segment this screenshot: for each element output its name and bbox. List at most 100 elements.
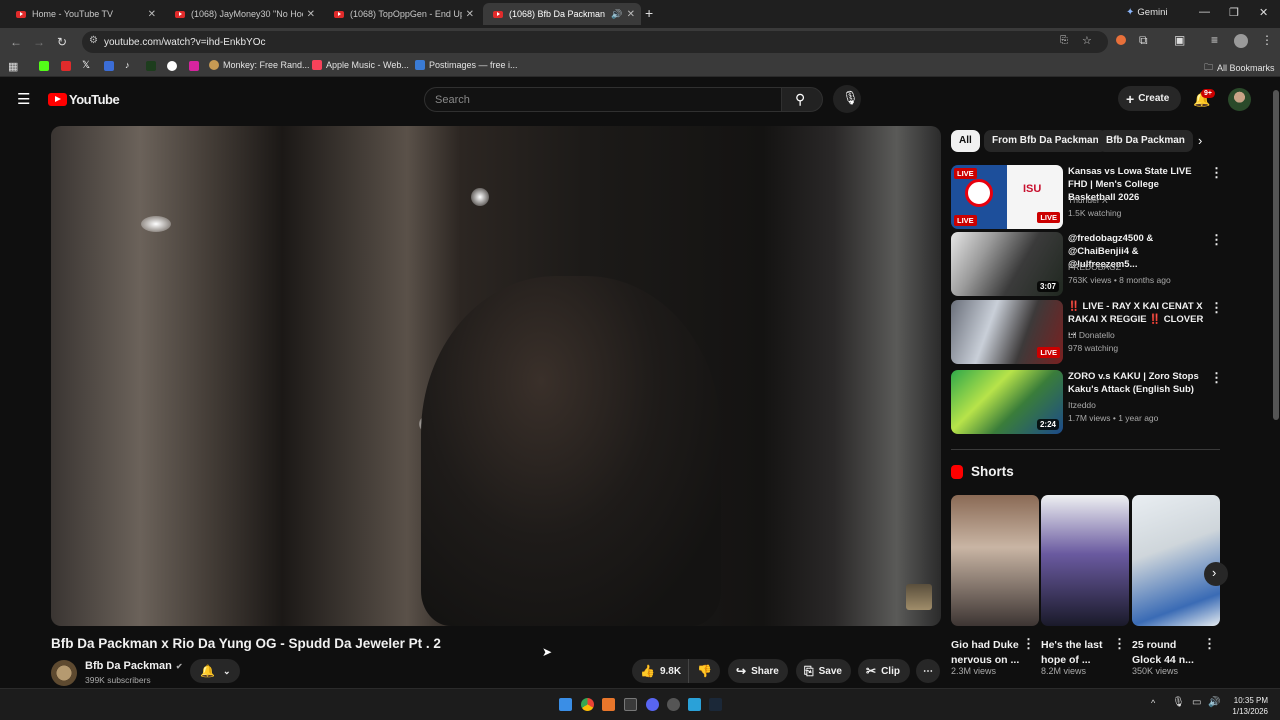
back-arrow-icon[interactable]: ← [10,35,22,49]
recommended-video[interactable]: LIVE ‼️ LIVE - RAY X KAI CENAT X RAKAI X… [951,300,1223,364]
close-icon[interactable]: ✕ [307,9,315,20]
bookmark-star-icon[interactable]: ☆ [1082,34,1092,47]
settings-gear-icon[interactable] [667,698,680,711]
start-windows-icon[interactable] [559,698,572,711]
network-icon[interactable]: ▭ [1192,697,1201,708]
more-menu-icon[interactable]: ⋮ [1261,33,1273,47]
more-vertical-icon[interactable]: ⋮ [1210,165,1223,181]
app-orange-icon[interactable] [602,698,615,711]
all-bookmarks[interactable]: 🗀 All Bookmarks [1204,60,1275,76]
new-tab-button[interactable]: + [645,5,653,21]
create-button[interactable]: + Create [1118,86,1181,111]
tiktok-icon[interactable]: ♪ [125,60,130,70]
channel-watermark[interactable] [906,584,932,610]
tab-jaymoney[interactable]: (1068) JayMoney30 "No Hook" ✕ [165,3,321,25]
bookmark-postimages[interactable]: Postimages — free i... [415,60,518,70]
account-avatar[interactable] [1228,88,1251,111]
channel-name-link[interactable]: Bfb Da Packman ✔ [85,660,183,672]
short-title[interactable]: Gio had Duke nervous on ... [951,638,1021,668]
scrollbar-thumb[interactable] [1273,90,1279,420]
clip-button[interactable]: ✂ Clip [858,659,910,683]
video-thumbnail[interactable]: 2:24 [951,370,1063,434]
microphone-tray-icon[interactable]: 🎙 [1172,697,1185,708]
chip-from-channel[interactable]: From Bfb Da Packman [984,130,1107,152]
youtube-logo[interactable]: YouTube [48,92,120,107]
dislike-button[interactable]: 👎 [688,659,720,683]
short-title[interactable]: He's the last hope of ... [1041,638,1111,668]
short-thumbnail[interactable] [1041,495,1129,626]
discord-icon[interactable] [646,698,659,711]
video-thumbnail[interactable]: 3:07 [951,232,1063,296]
like-button[interactable]: 👍 9.8K [632,659,688,683]
forward-arrow-icon[interactable]: → [33,35,45,49]
recommended-video[interactable]: 2:24 ZORO v.s KAKU | Zoro Stops Kaku's A… [951,370,1223,434]
channel-avatar[interactable] [51,660,77,686]
h-bookmark-icon[interactable] [146,61,156,71]
tab-topoppgen[interactable]: (1068) TopOppGen - End Up D... ✕ [324,3,480,25]
page-scrollbar[interactable] [1272,80,1280,688]
tab-youtube-tv[interactable]: Home - YouTube TV ✕ [6,3,162,25]
address-bar[interactable]: ⚙ youtube.com/watch?v=ihd-EnkbYOc ⎘ ☆ [82,31,1108,53]
tab-search-icon[interactable]: ▣ [1174,33,1185,47]
steam-icon[interactable] [709,698,722,711]
close-icon[interactable]: ✕ [627,9,635,20]
extensions-puzzle-icon[interactable]: ⧉ [1139,33,1148,48]
minimize-icon[interactable]: — [1199,6,1210,18]
media-controls-icon[interactable]: ≡ [1211,33,1218,47]
more-vertical-icon[interactable]: ⋮ [1210,300,1223,316]
extension-orange-icon[interactable] [1116,35,1126,45]
more-vertical-icon[interactable]: ⋮ [1022,636,1035,652]
chevron-right-icon[interactable]: › [1198,133,1202,148]
bookmark-monkey[interactable]: Monkey: Free Rand... [209,60,310,70]
bookmark-apple-music[interactable]: Apple Music - Web... [312,60,409,70]
more-actions-button[interactable]: ⋯ [916,659,940,683]
more-vertical-icon[interactable]: ⋮ [1113,636,1126,652]
window-close-icon[interactable]: ✕ [1259,6,1268,19]
thumbs-down-icon: 👎 [697,664,712,678]
kick-icon[interactable] [39,61,49,71]
chip-channel[interactable]: Bfb Da Packman [1098,130,1193,152]
youtube-bookmark-icon[interactable] [61,61,71,71]
restore-icon[interactable]: ❐ [1229,6,1239,19]
video-player[interactable] [51,126,941,626]
search-input[interactable]: Search [424,87,782,112]
instagram-icon[interactable] [189,61,199,71]
tab-bfb-active[interactable]: (1068) Bfb Da Packman x Ri... 🔊 ✕ [483,3,641,25]
short-thumbnail[interactable] [1132,495,1220,626]
speaker-icon[interactable]: 🔊 [611,9,622,20]
close-icon[interactable]: ✕ [466,9,474,20]
photos-icon[interactable] [688,698,701,711]
short-title[interactable]: 25 round Glock 44 n... [1132,638,1202,668]
hamburger-menu-icon[interactable]: ☰ [17,90,30,108]
chip-all[interactable]: All [951,130,980,152]
more-vertical-icon[interactable]: ⋮ [1210,232,1223,248]
shield-bookmark-icon[interactable] [104,61,114,71]
more-vertical-icon[interactable]: ⋮ [1210,370,1223,386]
gemini-button[interactable]: ✦ Gemini [1126,7,1167,18]
short-thumbnail[interactable] [951,495,1039,626]
profile-avatar[interactable] [1234,34,1248,48]
close-icon[interactable]: ✕ [148,9,156,20]
chrome-icon[interactable] [581,698,594,711]
site-info-icon[interactable]: ⚙ [89,35,98,46]
circle-bookmark-icon[interactable] [167,61,177,71]
subscribed-notification-button[interactable]: 🔔 ⌄ [190,659,240,683]
x-icon[interactable]: 𝕏 [82,60,90,71]
apps-grid-icon[interactable]: ▦ [8,60,18,73]
voice-search-button[interactable]: 🎙 [833,85,861,113]
shorts-next-button[interactable]: › [1204,562,1228,586]
system-clock[interactable]: 10:35 PM 1/13/2026 [1230,695,1268,717]
install-app-icon[interactable]: ⎘ [1060,35,1068,46]
more-vertical-icon[interactable]: ⋮ [1203,636,1216,652]
video-thumbnail[interactable]: LIVE [951,300,1063,364]
terminal-icon[interactable] [624,698,637,711]
recommended-video[interactable]: ISU LIVE LIVE LIVE Kansas vs Lowa State … [951,165,1223,229]
save-button[interactable]: ⎘ Save [796,659,851,683]
volume-icon[interactable]: 🔊 [1208,697,1220,708]
video-thumbnail[interactable]: ISU LIVE LIVE LIVE [951,165,1063,229]
recommended-video[interactable]: 3:07 @fredobagz4500 & @ChaiBenjii4 & @lu… [951,232,1223,296]
chevron-up-icon[interactable]: ^ [1151,698,1155,708]
search-button[interactable]: ⚲ [781,87,823,112]
reload-icon[interactable]: ↻ [57,35,67,49]
share-button[interactable]: ↪ Share [728,659,788,683]
